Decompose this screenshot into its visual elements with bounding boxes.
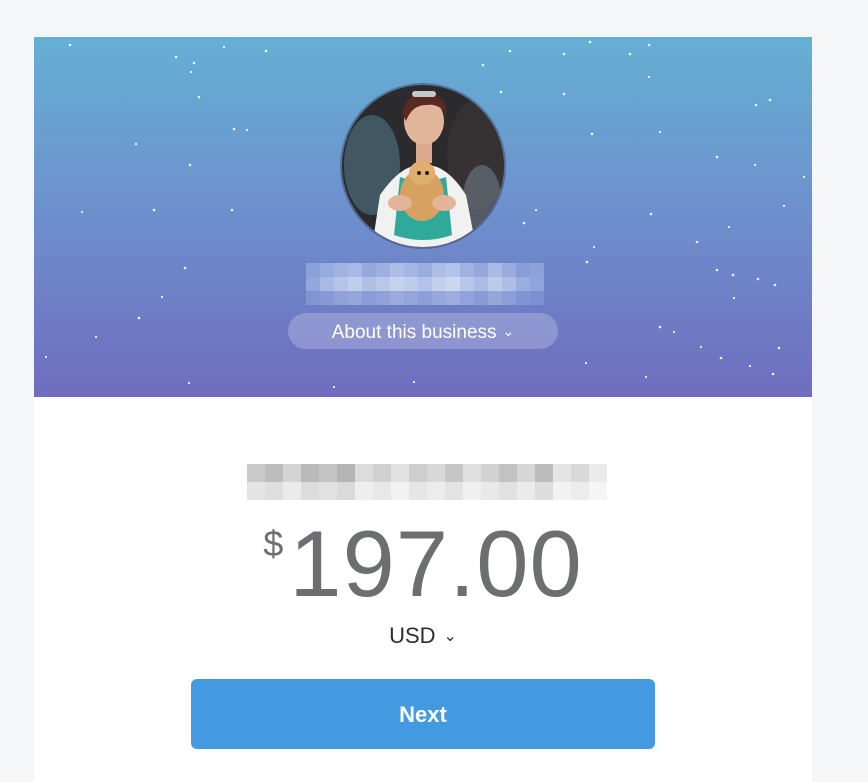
currency-code: USD <box>389 623 436 648</box>
currency-selector[interactable]: USD ⌄ <box>34 623 812 649</box>
business-name-redacted <box>306 263 550 305</box>
business-avatar <box>342 85 504 247</box>
amount-value: 197.00 <box>289 511 583 616</box>
payment-description-redacted <box>247 464 611 500</box>
payment-card: About this business ⌄ $197.00 USD ⌄ Next <box>34 37 812 782</box>
next-button[interactable]: Next <box>191 679 655 749</box>
currency-symbol: $ <box>263 523 284 564</box>
chevron-down-icon: ⌄ <box>443 628 457 645</box>
payment-amount[interactable]: $197.00 <box>34 509 812 619</box>
chevron-down-icon: ⌄ <box>502 323 515 339</box>
profile-header: About this business ⌄ <box>34 37 812 397</box>
about-business-label: About this business <box>331 322 497 343</box>
about-business-button[interactable]: About this business ⌄ <box>288 313 558 349</box>
avatar-image <box>342 85 504 247</box>
